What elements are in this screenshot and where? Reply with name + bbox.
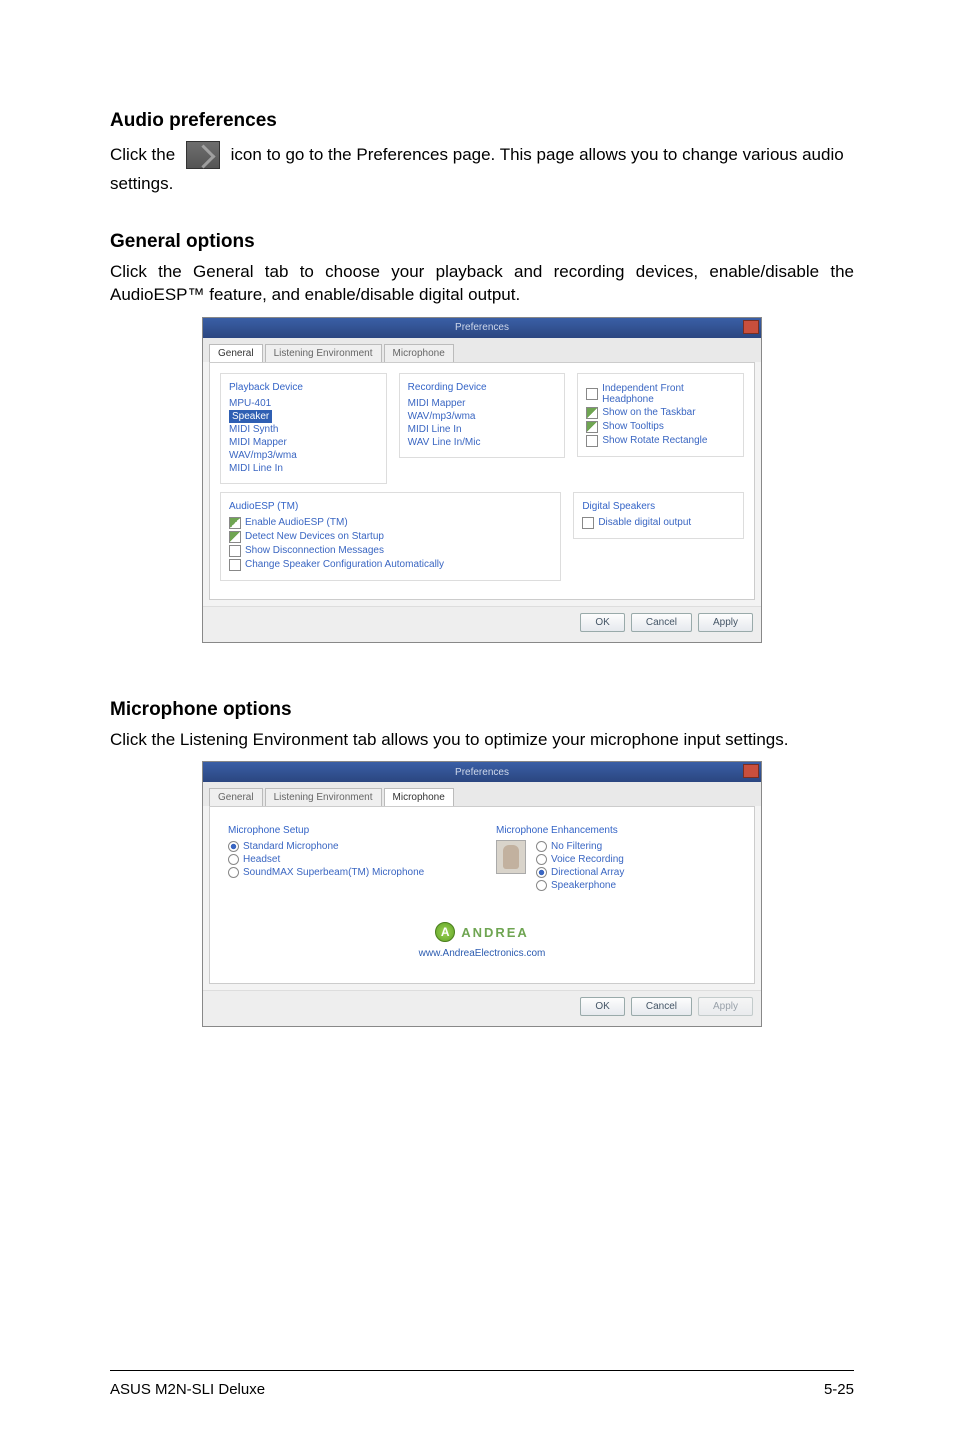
heading-general-options: General options [110, 231, 854, 253]
wrench-icon [186, 141, 220, 169]
checkbox-enable-audioesp[interactable]: Enable AudioESP (TM) [229, 516, 552, 530]
titlebar: Preferences [203, 762, 761, 782]
radio-directional-array[interactable]: Directional Array [536, 866, 624, 879]
tab-general[interactable]: General [209, 788, 263, 806]
group-title: Recording Device [408, 382, 557, 393]
footer-right: 5-25 [824, 1381, 854, 1398]
footer-left: ASUS M2N-SLI Deluxe [110, 1381, 265, 1398]
ok-button[interactable]: OK [580, 997, 624, 1016]
group-title: AudioESP (TM) [229, 501, 552, 512]
checkbox-show-rotate-rectangle[interactable]: Show Rotate Rectangle [586, 434, 735, 448]
andrea-logo: A ANDREA [220, 922, 744, 942]
list-item[interactable]: WAV/mp3/wma [229, 449, 378, 462]
checkbox-show-disconnection[interactable]: Show Disconnection Messages [229, 544, 552, 558]
radio-superbeam-microphone[interactable]: SoundMAX Superbeam(TM) Microphone [228, 866, 468, 879]
andrea-logo-badge-icon: A [435, 922, 455, 942]
group-title: Microphone Enhancements [496, 825, 736, 836]
list-item[interactable]: MIDI Mapper [408, 397, 557, 410]
radio-voice-recording[interactable]: Voice Recording [536, 853, 624, 866]
list-item[interactable]: MIDI Synth [229, 423, 378, 436]
group-audio-esp: AudioESP (TM) Enable AudioESP (TM) Detec… [220, 492, 561, 581]
avatar-icon [496, 840, 526, 874]
heading-microphone-options: Microphone options [110, 699, 854, 721]
group-title: Playback Device [229, 382, 378, 393]
section-general-options: General options Click the General tab to… [110, 231, 854, 669]
pane: Playback Device MPU-401 Speaker MIDI Syn… [209, 362, 755, 600]
radio-speakerphone[interactable]: Speakerphone [536, 879, 624, 892]
checkbox-independent-front-headphone[interactable]: Independent Front Headphone [586, 382, 735, 406]
text-pre: Click the [110, 145, 180, 164]
cancel-button[interactable]: Cancel [631, 613, 692, 632]
list-item[interactable]: MPU-401 [229, 397, 378, 410]
cancel-button[interactable]: Cancel [631, 997, 692, 1016]
list-item[interactable]: MIDI Line In [408, 423, 557, 436]
checkbox-change-speaker-auto[interactable]: Change Speaker Configuration Automatical… [229, 558, 552, 572]
list-item[interactable]: WAV/mp3/wma [408, 410, 557, 423]
tab-general[interactable]: General [209, 344, 263, 362]
close-icon[interactable] [743, 764, 759, 778]
page-footer: ASUS M2N-SLI Deluxe 5-25 [110, 1370, 854, 1398]
close-icon[interactable] [743, 320, 759, 334]
tab-listening-environment[interactable]: Listening Environment [265, 788, 382, 806]
andrea-url[interactable]: www.AndreaElectronics.com [220, 948, 744, 959]
preferences-window-microphone: Preferences General Listening Environmen… [202, 761, 762, 1027]
group-others: Independent Front Headphone Show on the … [577, 373, 744, 457]
checkbox-disable-digital-output[interactable]: Disable digital output [582, 516, 735, 530]
ok-button[interactable]: OK [580, 613, 624, 632]
titlebar: Preferences [203, 318, 761, 338]
group-microphone-enhancements: Microphone Enhancements No Filtering Voi… [488, 817, 744, 900]
tab-microphone[interactable]: Microphone [384, 344, 454, 362]
radio-headset[interactable]: Headset [228, 853, 468, 866]
checkbox-show-taskbar[interactable]: Show on the Taskbar [586, 406, 735, 420]
radio-standard-microphone[interactable]: Standard Microphone [228, 840, 468, 853]
preferences-window-general: Preferences General Listening Environmen… [202, 317, 762, 643]
group-digital-speakers: Digital Speakers Disable digital output [573, 492, 744, 539]
tabs: General Listening Environment Microphone [203, 782, 761, 806]
list-item[interactable]: WAV Line In/Mic [408, 436, 557, 449]
andrea-logo-text: ANDREA [461, 925, 529, 940]
pane: Microphone Setup Standard Microphone Hea… [209, 806, 755, 984]
microphone-options-text: Click the Listening Environment tab allo… [110, 729, 854, 752]
group-title: Microphone Setup [228, 825, 468, 836]
tab-microphone[interactable]: Microphone [384, 788, 454, 806]
tabs: General Listening Environment Microphone [203, 338, 761, 362]
list-item-selected[interactable]: Speaker [229, 410, 378, 423]
window-title: Preferences [455, 322, 509, 333]
group-title: Digital Speakers [582, 501, 735, 512]
tab-listening-environment[interactable]: Listening Environment [265, 344, 382, 362]
section-audio-preferences: Audio preferences Click the icon to go t… [110, 110, 854, 201]
list-item[interactable]: MIDI Mapper [229, 436, 378, 449]
group-recording-device: Recording Device MIDI Mapper WAV/mp3/wma… [399, 373, 566, 458]
heading-audio-preferences: Audio preferences [110, 110, 854, 132]
group-microphone-setup: Microphone Setup Standard Microphone Hea… [220, 817, 476, 887]
checkbox-show-tooltips[interactable]: Show Tooltips [586, 420, 735, 434]
window-title: Preferences [455, 767, 509, 778]
radio-no-filtering[interactable]: No Filtering [536, 840, 624, 853]
list-item[interactable]: MIDI Line In [229, 462, 378, 475]
general-options-text: Click the General tab to choose your pla… [110, 261, 854, 307]
checkbox-detect-new-devices[interactable]: Detect New Devices on Startup [229, 530, 552, 544]
audio-preferences-text: Click the icon to go to the Preferences … [110, 140, 854, 197]
apply-button[interactable]: Apply [698, 613, 753, 632]
apply-button: Apply [698, 997, 753, 1016]
text-post: icon to go to the Preferences page. This… [110, 145, 844, 193]
group-playback-device: Playback Device MPU-401 Speaker MIDI Syn… [220, 373, 387, 484]
button-bar: OK Cancel Apply [203, 606, 761, 642]
button-bar: OK Cancel Apply [203, 990, 761, 1026]
section-microphone-options: Microphone options Click the Listening E… [110, 699, 854, 1054]
